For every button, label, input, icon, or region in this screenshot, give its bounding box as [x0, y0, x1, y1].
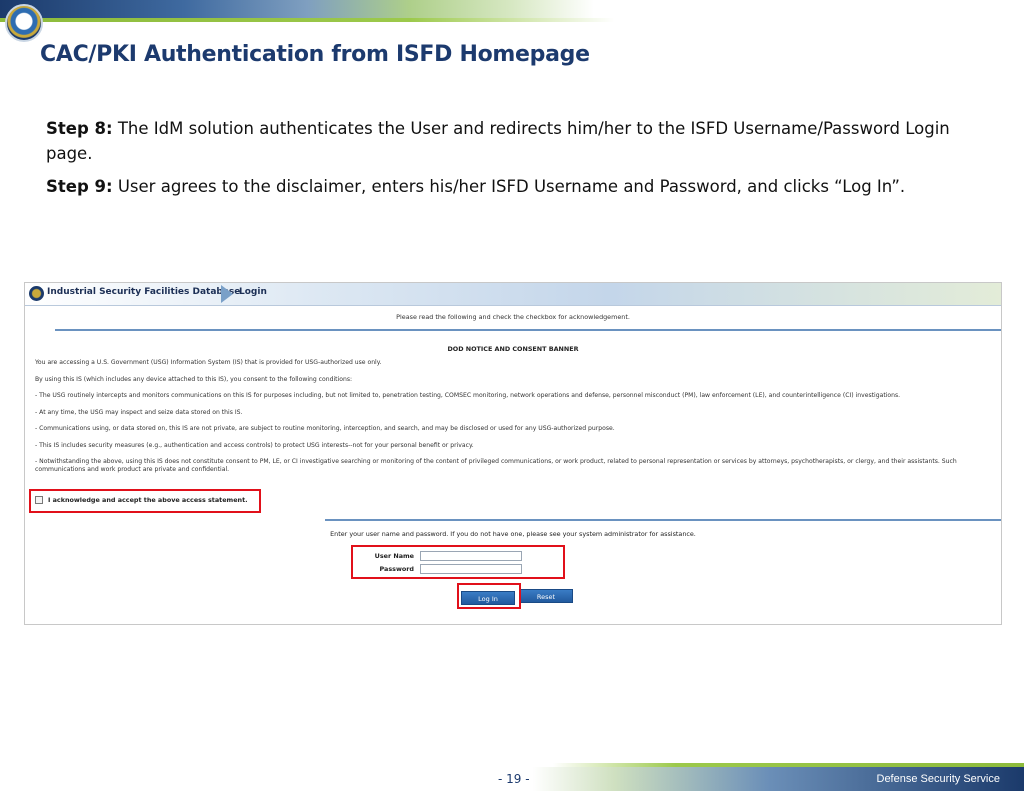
divider — [325, 519, 1001, 521]
consent-line: - At any time, the USG may inspect and s… — [35, 408, 243, 416]
slide-title: CAC/PKI Authentication from ISFD Homepag… — [40, 42, 590, 67]
step-8-label: Step 8: — [46, 119, 113, 138]
footer-green-stripe — [0, 763, 1024, 767]
consent-line: - Communications using, or data stored o… — [35, 425, 615, 432]
step-9: Step 9: User agrees to the disclaimer, e… — [46, 174, 986, 199]
credentials-highlight-box — [351, 545, 565, 579]
step-8-text: The IdM solution authenticates the User … — [46, 119, 950, 163]
step-9-text: User agrees to the disclaimer, enters hi… — [112, 177, 906, 196]
consent-line: You are accessing a U.S. Government (USG… — [35, 359, 382, 366]
consent-line: - This IS includes security measures (e.… — [35, 441, 474, 449]
consent-line: By using this IS (which includes any dev… — [35, 375, 353, 383]
acknowledgement-instruction: Please read the following and check the … — [396, 313, 630, 321]
top-decorative-band — [0, 0, 1024, 22]
divider — [55, 329, 1001, 331]
consent-banner-title: DOD NOTICE AND CONSENT BANNER — [447, 345, 579, 353]
isfd-page-label: Login — [239, 287, 267, 297]
isfd-app-title: Industrial Security Facilities Database — [47, 287, 241, 297]
page-number: - 19 - — [498, 772, 530, 786]
step-9-label: Step 9: — [46, 177, 113, 196]
header-arrow-icon — [221, 285, 233, 303]
consent-text: You are accessing a U.S. Government (USG… — [35, 359, 997, 483]
consent-line: - Notwithstanding the above, using this … — [35, 458, 957, 473]
isfd-header: Industrial Security Facilities Database … — [25, 283, 1001, 306]
login-highlight-box — [457, 583, 521, 609]
steps-text: Step 8: The IdM solution authenticates t… — [46, 116, 986, 207]
acknowledge-highlight-box — [29, 489, 261, 513]
login-instruction: Enter your user name and password. If yo… — [330, 530, 696, 538]
top-green-stripe — [0, 18, 1024, 22]
footer-organization: Defense Security Service — [876, 773, 1001, 785]
step-8: Step 8: The IdM solution authenticates t… — [46, 116, 986, 166]
dss-seal-logo — [5, 4, 43, 42]
isfd-login-screenshot: Industrial Security Facilities Database … — [24, 282, 1002, 625]
isfd-seal-icon — [29, 286, 44, 301]
reset-button[interactable]: Reset — [519, 589, 573, 603]
consent-line: - The USG routinely intercepts and monit… — [35, 392, 901, 399]
